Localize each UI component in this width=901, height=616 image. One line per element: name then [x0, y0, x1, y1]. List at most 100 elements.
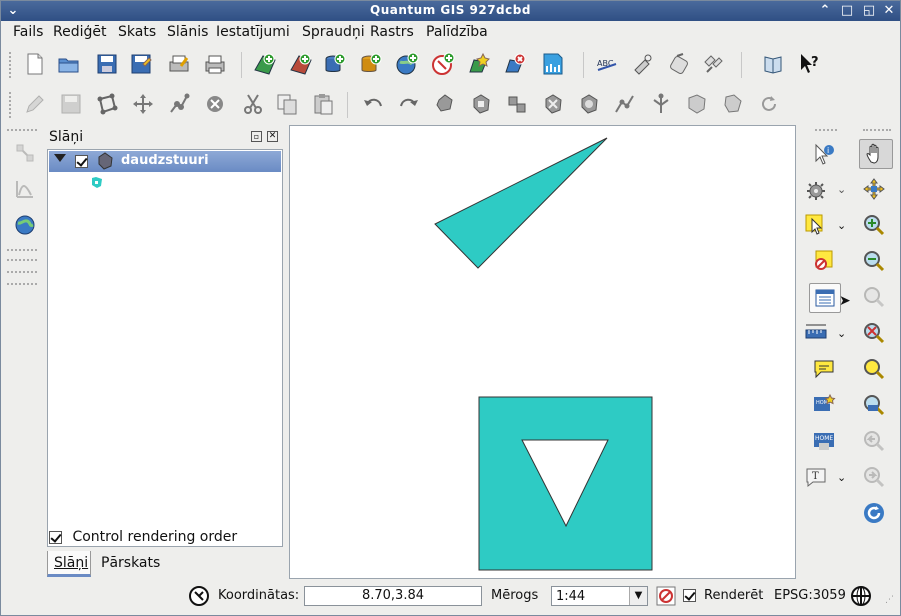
open-project-icon[interactable]	[57, 52, 81, 76]
resize-grip-icon[interactable]: ⋰	[885, 595, 894, 605]
pan-to-selection-icon[interactable]	[862, 177, 886, 201]
add-wms-layer-icon[interactable]	[395, 52, 419, 76]
add-ring-icon[interactable]	[469, 92, 493, 116]
add-vector-layer-icon[interactable]	[253, 52, 277, 76]
measure-line-icon[interactable]	[804, 321, 828, 345]
menu-skats[interactable]: Skats	[118, 24, 156, 40]
toolbar-grip[interactable]	[9, 92, 13, 118]
add-postgis-layer-icon[interactable]	[323, 52, 347, 76]
globe-icon[interactable]	[13, 213, 37, 237]
add-delimited-text-icon[interactable]	[541, 52, 565, 76]
restore-icon[interactable]: ◱	[861, 3, 877, 19]
identify-icon[interactable]: i	[812, 143, 836, 167]
run-feature-action-icon[interactable]	[804, 179, 828, 203]
layer-tree[interactable]: daudzstuuri	[47, 149, 283, 547]
toolbar-grip[interactable]	[9, 52, 13, 78]
copy-features-icon[interactable]	[275, 92, 299, 116]
menu-spraudni[interactable]: Spraudņi	[302, 24, 365, 40]
menu-iestatijumi[interactable]: Iestatījumi	[216, 24, 290, 40]
menu-palidziba[interactable]: Palīdzība	[426, 24, 488, 40]
map-canvas[interactable]	[289, 125, 796, 579]
split-features-icon[interactable]	[649, 92, 673, 116]
plugin-manager-icon[interactable]	[701, 52, 725, 76]
print-icon[interactable]	[203, 52, 227, 76]
map-tips-icon[interactable]	[812, 357, 836, 381]
add-spatialite-layer-icon[interactable]	[359, 52, 383, 76]
zoom-last-icon[interactable]	[862, 429, 886, 453]
layer-visibility-checkbox[interactable]	[75, 155, 88, 168]
zoom-full-icon[interactable]	[862, 321, 886, 345]
menu-slanis[interactable]: Slānis	[167, 24, 208, 40]
select-features-icon[interactable]	[804, 213, 828, 237]
interpolation-icon[interactable]	[13, 177, 37, 201]
add-wfs-layer-icon[interactable]	[431, 52, 455, 76]
render-checkbox[interactable]	[683, 589, 696, 602]
cut-features-icon[interactable]	[241, 92, 265, 116]
control-rendering-row[interactable]: Control rendering order	[49, 529, 237, 545]
chevron-down-icon[interactable]: ⌄	[837, 219, 846, 232]
zoom-in-icon[interactable]	[862, 213, 886, 237]
menu-fails[interactable]: Fails	[13, 24, 43, 40]
save-as-icon[interactable]	[129, 52, 153, 76]
merge-attributes-icon[interactable]	[721, 92, 745, 116]
control-rendering-checkbox[interactable]	[49, 530, 62, 544]
zoom-native-resolution-icon[interactable]	[862, 393, 886, 417]
toggle-extents-icon[interactable]	[187, 584, 211, 608]
chevron-down-icon[interactable]: ⌄	[837, 183, 846, 196]
refresh-icon[interactable]	[862, 501, 886, 525]
save-edits-icon[interactable]	[59, 92, 83, 116]
chevron-down-icon[interactable]: ⌄	[837, 327, 846, 340]
delete-ring-icon[interactable]	[541, 92, 565, 116]
stop-render-icon[interactable]	[654, 584, 678, 608]
new-project-icon[interactable]	[23, 52, 47, 76]
chevron-down-icon[interactable]: ⌄	[837, 471, 846, 484]
georeferencer-icon[interactable]	[13, 141, 37, 165]
toggle-editing-icon[interactable]	[23, 92, 47, 116]
gps-tool-icon[interactable]	[667, 52, 691, 76]
save-project-icon[interactable]	[95, 52, 119, 76]
whats-this-icon[interactable]: ?	[797, 52, 821, 76]
paste-features-icon[interactable]	[311, 92, 335, 116]
deselect-features-icon[interactable]	[812, 249, 836, 273]
minimize-icon[interactable]: ⌃	[817, 3, 833, 19]
square-feature[interactable]	[478, 396, 653, 571]
reshape-features-icon[interactable]	[613, 92, 637, 116]
merge-features-icon[interactable]	[685, 92, 709, 116]
delete-part-icon[interactable]	[577, 92, 601, 116]
add-part-icon[interactable]	[505, 92, 529, 116]
new-vector-layer-icon[interactable]	[467, 52, 491, 76]
open-attribute-table-icon[interactable]	[809, 283, 841, 313]
layer-item[interactable]: daudzstuuri	[49, 151, 281, 172]
triangle-feature[interactable]	[434, 137, 608, 269]
menu-rediget[interactable]: Rediģēt	[53, 24, 106, 40]
print-composer-icon[interactable]	[167, 52, 191, 76]
new-bookmark-icon[interactable]: HOME	[812, 393, 836, 417]
chevron-down-icon[interactable]: ▼	[629, 587, 647, 605]
add-feature-icon[interactable]	[95, 92, 119, 116]
simplify-feature-icon[interactable]	[433, 92, 457, 116]
close-panel-icon[interactable]: ✕	[267, 131, 278, 142]
coordinates-field[interactable]: 8.70,3.84	[304, 586, 482, 606]
text-annotation-icon[interactable]: T	[804, 465, 828, 489]
projection-icon[interactable]	[849, 584, 873, 608]
plugin-tool-icon[interactable]	[631, 52, 655, 76]
redo-icon[interactable]	[397, 92, 421, 116]
float-panel-icon[interactable]: ▫	[251, 131, 262, 142]
rotate-symbols-icon[interactable]	[757, 92, 781, 116]
tab-overview[interactable]: Pārskats	[95, 551, 166, 577]
zoom-next-icon[interactable]	[862, 465, 886, 489]
undo-icon[interactable]	[361, 92, 385, 116]
add-raster-layer-icon[interactable]	[289, 52, 313, 76]
move-feature-icon[interactable]	[131, 92, 155, 116]
scale-combobox[interactable]: 1:44 ▼	[551, 586, 648, 606]
crs-status[interactable]: EPSG:3059	[774, 588, 846, 603]
zoom-to-layer-icon[interactable]	[862, 357, 886, 381]
maximize-icon[interactable]: □	[839, 3, 855, 19]
help-contents-icon[interactable]	[761, 52, 785, 76]
collapse-arrow-icon[interactable]	[54, 154, 66, 162]
show-bookmarks-icon[interactable]: HOME	[812, 429, 836, 453]
tab-layers[interactable]: Slāņi	[47, 551, 91, 577]
menu-rastrs[interactable]: Rastrs	[370, 24, 414, 40]
zoom-out-icon[interactable]	[862, 249, 886, 273]
pan-tool-icon[interactable]	[859, 139, 893, 169]
